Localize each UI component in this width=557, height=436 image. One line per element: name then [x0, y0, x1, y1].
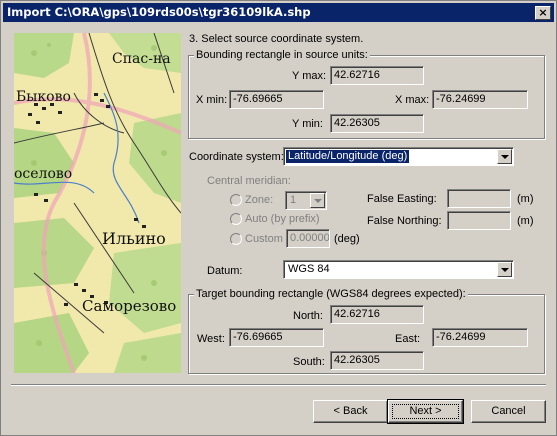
zone-select[interactable]: 1 [285, 191, 327, 210]
custom-unit-label: (deg) [334, 233, 360, 245]
false-northing-label: False Northing: [367, 215, 442, 227]
ymax-field: 42.62716 [330, 66, 424, 85]
button-separator [11, 384, 546, 386]
coord-system-value: Latitude/Longitude (deg) [284, 149, 411, 164]
west-field: -76.69665 [229, 328, 324, 347]
false-easting-label: False Easting: [367, 193, 437, 205]
false-easting-field[interactable] [447, 189, 511, 208]
back-button[interactable]: < Back [313, 400, 388, 423]
ymin-field: 42.26305 [330, 114, 424, 133]
map-label-samorezovo: Саморезово [82, 297, 176, 315]
false-northing-field[interactable] [447, 211, 511, 230]
map-preview: Спас-на Быково оселово Ильино Саморезово [14, 33, 181, 373]
next-button[interactable]: Next > [387, 399, 464, 424]
datum-label: Datum: [207, 265, 243, 277]
custom-meridian-field[interactable]: 0.00000 [286, 229, 330, 248]
xmax-label: X max: [395, 94, 430, 106]
chevron-down-icon[interactable] [497, 262, 512, 277]
chevron-down-icon[interactable] [497, 149, 512, 164]
import-dialog: Import C:\ORA\gps\109rds00s\tgr36109lkA.… [0, 0, 557, 436]
map-label-bykovo: Быково [16, 89, 71, 105]
false-northing-unit: (m) [517, 215, 534, 227]
xmin-field: -76.69665 [229, 90, 324, 109]
xmax-field: -76.24699 [432, 90, 528, 109]
target-bounds-title: Target bounding rectangle (WGS84 degrees… [194, 288, 468, 300]
north-label: North: [293, 310, 323, 322]
map-image: Спас-на Быково оселово Ильино Саморезово [14, 33, 181, 373]
focus-ring [392, 404, 459, 419]
auto-radio[interactable] [230, 213, 242, 225]
false-easting-unit: (m) [517, 193, 534, 205]
zone-radio[interactable] [230, 194, 242, 206]
window-title: Import C:\ORA\gps\109rds00s\tgr36109lkA.… [7, 5, 311, 19]
ymin-label: Y min: [292, 118, 323, 130]
title-bar: Import C:\ORA\gps\109rds00s\tgr36109lkA.… [3, 3, 554, 22]
step-title: 3. Select source coordinate system. [189, 33, 364, 45]
central-meridian-label: Central meridian: [207, 175, 291, 187]
west-label: West: [197, 333, 225, 345]
east-field: -76.24699 [432, 328, 528, 347]
map-label-oselovo: оселово [14, 166, 72, 182]
xmin-label: X min: [196, 94, 228, 106]
south-label: South: [293, 356, 325, 368]
source-bounds-title: Bounding rectangle in source units: [194, 49, 370, 61]
map-label-ilino: Ильино [102, 229, 166, 248]
custom-radio[interactable] [230, 233, 242, 245]
coord-system-select[interactable]: Latitude/Longitude (deg) [283, 147, 514, 166]
custom-label: Custom [245, 233, 283, 245]
datum-select[interactable]: WGS 84 [283, 260, 514, 279]
ymax-label: Y max: [292, 70, 327, 82]
auto-label: Auto (by prefix) [245, 213, 320, 225]
chevron-down-icon[interactable] [310, 193, 325, 208]
map-label-spas: Спас-на [112, 51, 171, 67]
datum-value: WGS 84 [288, 263, 330, 275]
close-icon: × [538, 6, 548, 19]
south-field: 42.26305 [330, 351, 424, 370]
close-button[interactable]: × [535, 6, 551, 20]
zone-label: Zone: [245, 194, 274, 206]
coord-system-label: Coordinate system: [189, 151, 284, 163]
zone-value: 1 [290, 194, 297, 206]
north-field: 42.62716 [330, 305, 424, 324]
east-label: East: [395, 333, 421, 345]
cancel-button[interactable]: Cancel [471, 400, 546, 423]
